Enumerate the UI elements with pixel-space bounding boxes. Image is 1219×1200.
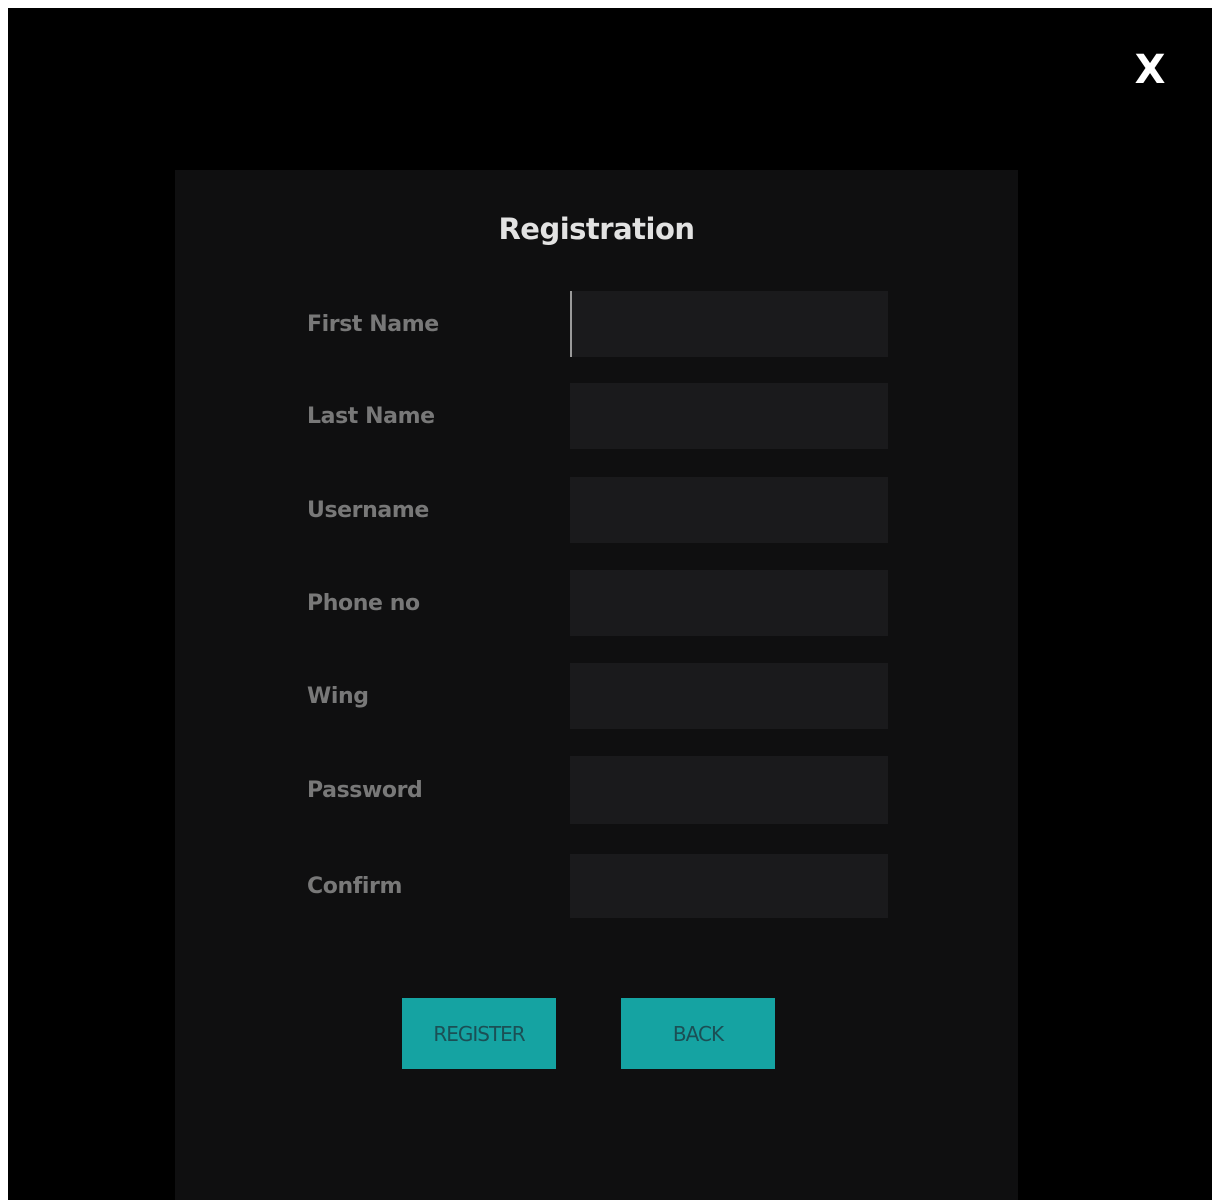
first-name-input[interactable] (570, 291, 888, 357)
register-button[interactable]: REGISTER (402, 998, 556, 1069)
password-label: Password (307, 777, 423, 803)
password-row: Password (175, 756, 1018, 824)
first-name-row: First Name (175, 291, 1018, 357)
confirm-password-input[interactable] (570, 854, 888, 918)
wing-input[interactable] (570, 663, 888, 729)
username-input[interactable] (570, 477, 888, 543)
phone-input[interactable] (570, 570, 888, 636)
registration-panel: Registration First Name Last Name Userna… (175, 170, 1018, 1200)
page-title: Registration (498, 212, 695, 246)
wing-row: Wing (175, 663, 1018, 729)
wing-label: Wing (307, 683, 369, 709)
phone-label: Phone no (307, 590, 420, 616)
confirm-label: Confirm (307, 873, 403, 899)
username-label: Username (307, 497, 429, 523)
username-row: Username (175, 477, 1018, 543)
last-name-label: Last Name (307, 403, 435, 429)
confirm-row: Confirm (175, 854, 1018, 918)
phone-row: Phone no (175, 570, 1018, 636)
app-window: X Registration First Name Last Name User… (8, 8, 1212, 1200)
close-button[interactable]: X (1130, 46, 1170, 94)
back-button[interactable]: BACK (621, 998, 775, 1069)
first-name-label: First Name (307, 311, 439, 337)
last-name-input[interactable] (570, 383, 888, 449)
password-input[interactable] (570, 756, 888, 824)
last-name-row: Last Name (175, 383, 1018, 449)
